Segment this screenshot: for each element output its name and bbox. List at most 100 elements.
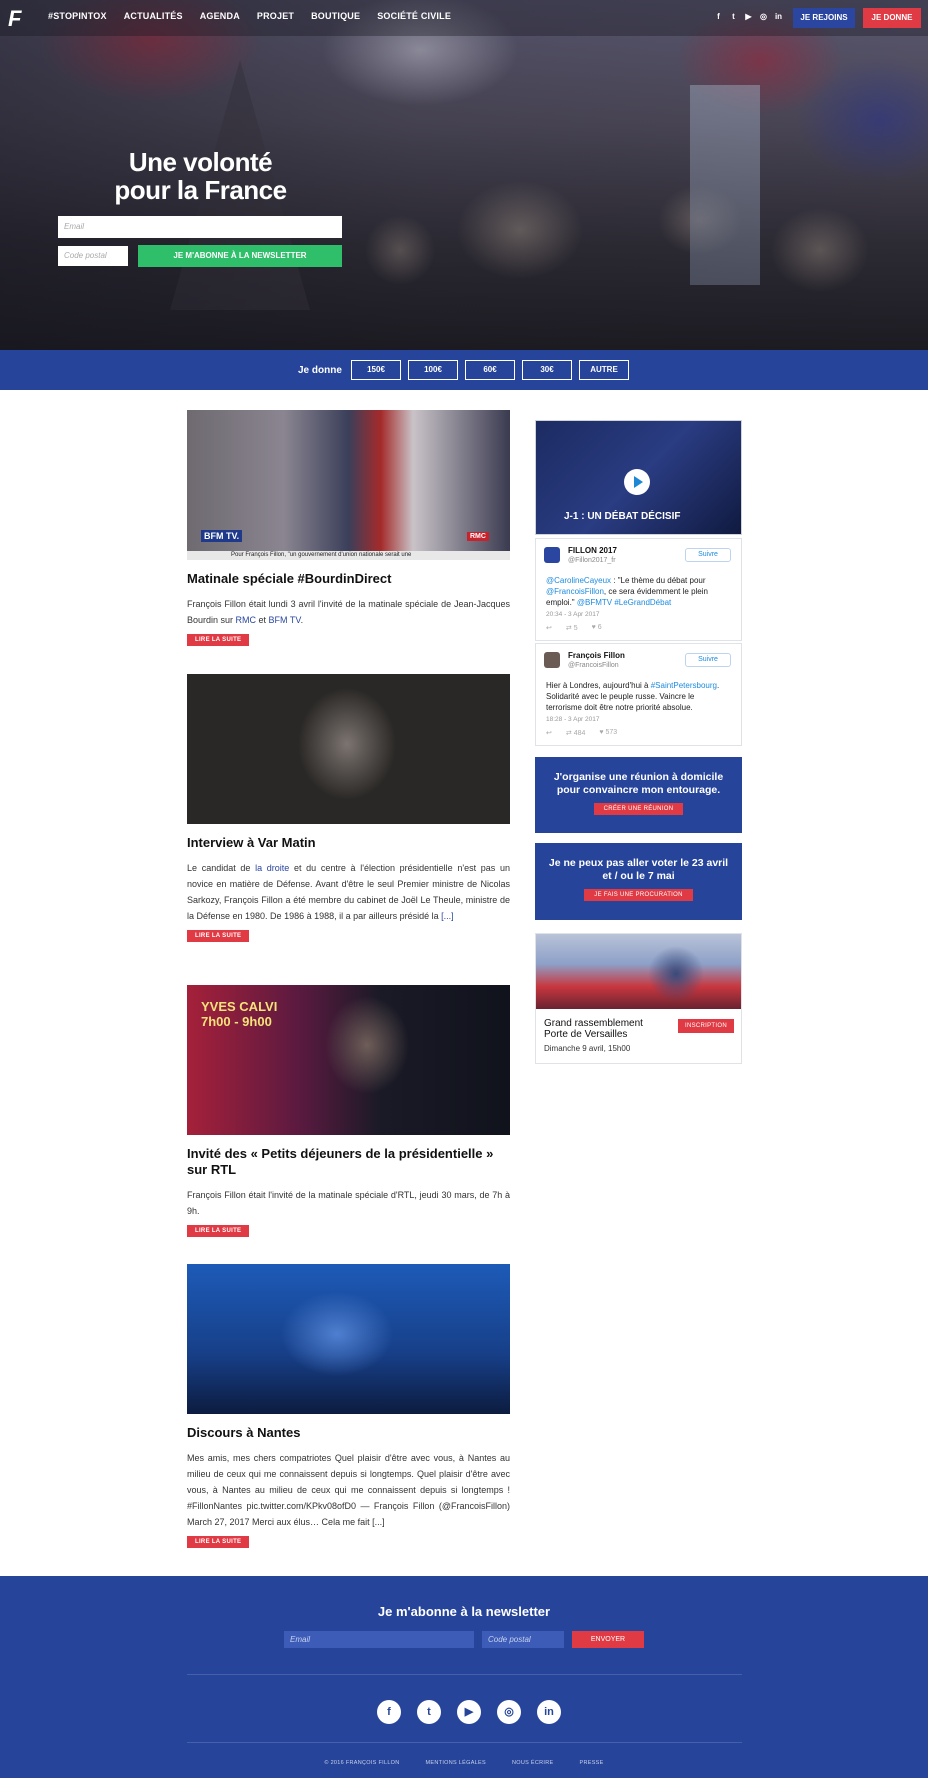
article-image[interactable]: YVES CALVI 7h00 - 9h00 [187, 985, 510, 1135]
hero-title: Une volonté pour la France [114, 147, 287, 205]
tweet-actions: ↩ ⇄ 5 ♥ 6 [536, 618, 741, 640]
newsletter-subscribe-button[interactable]: JE M'ABONNE À LA NEWSLETTER [138, 245, 342, 267]
article-title[interactable]: Matinale spéciale #BourdinDirect [187, 571, 510, 587]
article-title[interactable]: Interview à Var Matin [187, 835, 510, 851]
read-more-button[interactable]: LIRE LA SUITE [187, 930, 250, 942]
like-icon[interactable]: ♥ 573 [599, 729, 617, 737]
article-excerpt: François Fillon était l'invité de la mat… [187, 1190, 510, 1216]
article-title[interactable]: Invité des « Petits déjeuners de la prés… [187, 1146, 510, 1178]
article-excerpt: Le candidat de la droite et du centre à … [187, 863, 510, 921]
youtube-icon[interactable]: ▶ [457, 1700, 481, 1724]
nav-item-societe-civile[interactable]: SOCIÉTÉ CIVILE [377, 11, 451, 21]
article-image[interactable] [187, 674, 510, 824]
avatar[interactable] [544, 652, 560, 668]
youtube-icon[interactable]: ▶ [744, 12, 753, 21]
donate-button[interactable]: JE DONNE [863, 8, 921, 28]
tweet-text: Hier à Londres, aujourd'hui à #SaintPete… [546, 681, 720, 712]
article-card: BFM TV. RMC Pour François Fillon, "un go… [187, 410, 510, 646]
donate-amount-150[interactable]: 150€ [351, 360, 401, 380]
main-nav: #STOPINTOX ACTUALITÉS AGENDA PROJET BOUT… [48, 11, 451, 21]
article-card: Discours à Nantes Mes amis, mes chers co… [187, 1264, 510, 1548]
tweet-author-name[interactable]: François Fillon [568, 651, 625, 660]
join-button[interactable]: JE REJOINS [793, 8, 855, 28]
retweet-icon[interactable]: ⇄ 5 [566, 624, 578, 632]
donate-amount-30[interactable]: 30€ [522, 360, 572, 380]
article-excerpt: Mes amis, mes chers compatriotes Quel pl… [187, 1453, 510, 1527]
footer-link-press[interactable]: PRESSE [579, 1760, 603, 1766]
facebook-icon[interactable]: f [714, 12, 723, 21]
tweet-author-name[interactable]: FILLON 2017 [568, 546, 617, 555]
divider [187, 1674, 742, 1675]
event-card: Grand rassemblement Porte de Versailles … [535, 933, 742, 1064]
nav-item-actualites[interactable]: ACTUALITÉS [124, 11, 183, 21]
fillon-logo[interactable]: F [8, 8, 30, 30]
follow-button[interactable]: Suivre [685, 548, 731, 562]
tweet-author-handle[interactable]: @FrancoisFillon [568, 662, 619, 669]
footer-email-input[interactable]: Email [284, 1631, 474, 1648]
donate-label: Je donne [298, 365, 342, 376]
article-image[interactable] [187, 1264, 510, 1414]
facebook-icon[interactable]: f [377, 1700, 401, 1724]
twitter-icon[interactable]: t [417, 1700, 441, 1724]
nav-item-stopintox[interactable]: #STOPINTOX [48, 11, 107, 21]
hero-email-input[interactable]: Email [58, 216, 342, 238]
nav-item-projet[interactable]: PROJET [257, 11, 294, 21]
hero-postal-code-input[interactable]: Code postal [58, 246, 128, 266]
article-image[interactable]: BFM TV. RMC Pour François Fillon, "un go… [187, 410, 510, 560]
tweet-text: @CarolineCayeux : "Le thème du débat pou… [546, 576, 708, 607]
home-meeting-promo: J'organise une réunion à domicile pour c… [535, 757, 742, 833]
event-register-button[interactable]: INSCRIPTION [678, 1019, 734, 1033]
event-image[interactable] [536, 934, 741, 1009]
hero-banner: F #STOPINTOX ACTUALITÉS AGENDA PROJET BO… [0, 0, 928, 350]
article-excerpt: François Fillon était lundi 3 avril l'in… [187, 599, 510, 625]
play-icon[interactable] [624, 469, 650, 495]
linkedin-icon[interactable]: in [537, 1700, 561, 1724]
top-navigation-bar: F #STOPINTOX ACTUALITÉS AGENDA PROJET BO… [0, 0, 928, 36]
footer-newsletter-title: Je m'abonne à la newsletter [377, 1604, 551, 1619]
twitter-icon[interactable]: t [729, 12, 738, 21]
divider [187, 1742, 742, 1743]
copyright-text: © 2016 FRANÇOIS FILLON [324, 1760, 400, 1766]
instagram-icon[interactable]: ◎ [497, 1700, 521, 1724]
follow-button[interactable]: Suivre [685, 653, 731, 667]
create-meeting-button[interactable]: CRÉER UNE RÉUNION [593, 803, 684, 815]
read-more-button[interactable]: LIRE LA SUITE [187, 1225, 250, 1237]
reply-icon[interactable]: ↩ [546, 729, 552, 737]
tweet-date[interactable]: 18:28 - 3 Apr 2017 [536, 713, 741, 723]
linkedin-icon[interactable]: in [774, 12, 783, 21]
footer-link-contact[interactable]: NOUS ÉCRIRE [512, 1760, 554, 1766]
read-more-button[interactable]: LIRE LA SUITE [187, 1536, 250, 1548]
footer: Je m'abonne à la newsletter Email Code p… [0, 1576, 928, 1778]
event-date: Dimanche 9 avril, 15h00 [544, 1044, 631, 1053]
article-image-caption: Pour François Fillon, "un gouvernement d… [187, 551, 510, 560]
event-title[interactable]: Grand rassemblement Porte de Versailles [544, 1018, 664, 1040]
footer-link-legal[interactable]: MENTIONS LÉGALES [426, 1760, 486, 1766]
donate-amount-other[interactable]: AUTRE [579, 360, 629, 380]
instagram-icon[interactable]: ◎ [759, 12, 768, 21]
footer-links: © 2016 FRANÇOIS FILLON MENTIONS LÉGALES … [0, 1760, 928, 1766]
donate-amount-100[interactable]: 100€ [408, 360, 458, 380]
proxy-vote-button[interactable]: JE FAIS UNE PROCURATION [584, 889, 693, 901]
tweet-actions: ↩ ⇄ 484 ♥ 573 [536, 723, 741, 745]
reply-icon[interactable]: ↩ [546, 624, 552, 632]
nav-item-agenda[interactable]: AGENDA [200, 11, 240, 21]
retweet-icon[interactable]: ⇄ 484 [566, 729, 586, 737]
article-card: Interview à Var Matin Le candidat de la … [187, 674, 510, 942]
tweet-date[interactable]: 20:34 - 3 Apr 2017 [536, 608, 741, 618]
like-icon[interactable]: ♥ 6 [592, 624, 602, 632]
article-card: YVES CALVI 7h00 - 9h00 Invité des « Peti… [187, 985, 510, 1237]
header-social-links: f t ▶ ◎ in [714, 12, 783, 21]
footer-postal-code-input[interactable]: Code postal [482, 1631, 564, 1648]
avatar[interactable] [544, 547, 560, 563]
donate-amount-60[interactable]: 60€ [465, 360, 515, 380]
video-title: J-1 : UN DÉBAT DÉCISIF [564, 511, 681, 522]
tweet-card: François Fillon @FrancoisFillon Suivre H… [535, 643, 742, 746]
donate-bar: Je donne 150€ 100€ 60€ 30€ AUTRE [0, 350, 928, 390]
debate-video-player[interactable]: J-1 : UN DÉBAT DÉCISIF [535, 420, 742, 535]
promo-title: Je ne peux pas aller voter le 23 avril e… [548, 857, 729, 882]
read-more-button[interactable]: LIRE LA SUITE [187, 634, 250, 646]
nav-item-boutique[interactable]: BOUTIQUE [311, 11, 360, 21]
tweet-author-handle[interactable]: @Fillon2017_fr [568, 557, 616, 564]
article-title[interactable]: Discours à Nantes [187, 1425, 510, 1441]
footer-send-button[interactable]: ENVOYER [572, 1631, 644, 1648]
